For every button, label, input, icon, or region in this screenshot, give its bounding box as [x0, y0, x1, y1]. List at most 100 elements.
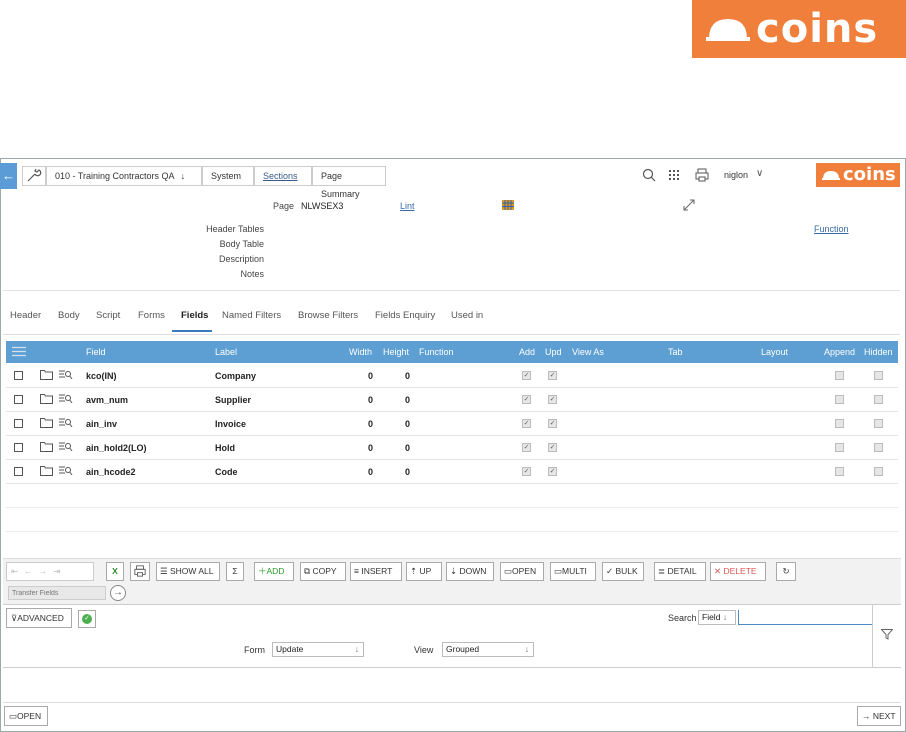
col-function[interactable]: Function	[419, 347, 454, 357]
col-label[interactable]: Label	[215, 347, 237, 357]
folder-icon[interactable]	[40, 441, 53, 452]
row-checkbox[interactable]	[14, 395, 23, 404]
add-checkbox[interactable]: ✓	[522, 395, 531, 404]
field-detail-icon[interactable]	[59, 393, 73, 404]
field-detail-icon[interactable]	[59, 465, 73, 476]
tab-script[interactable]: Script	[96, 310, 120, 321]
user-chevron-icon[interactable]: ∨	[756, 168, 763, 179]
row-checkbox[interactable]	[14, 371, 23, 380]
col-layout[interactable]: Layout	[761, 347, 788, 357]
table-row[interactable]: ain_hcode2 Code 0 0 ✓ ✓	[6, 460, 898, 484]
nav-arrows[interactable]: ⇤←→⇥	[6, 562, 94, 581]
expand-icon[interactable]	[682, 198, 696, 212]
lint-link[interactable]: Lint	[400, 201, 415, 211]
hidden-checkbox[interactable]	[874, 395, 883, 404]
breadcrumb-system[interactable]: System	[202, 166, 254, 186]
view-select[interactable]: Grouped ↓	[442, 642, 534, 657]
menu-icon[interactable]	[12, 346, 26, 357]
append-checkbox[interactable]	[835, 419, 844, 428]
apps-grid-icon[interactable]	[668, 169, 680, 181]
table-grid-icon[interactable]	[502, 200, 514, 210]
search-field-select[interactable]: Field ↓	[698, 610, 736, 625]
copy-button[interactable]: ⧉ COPY	[300, 562, 346, 581]
advanced-button[interactable]: ⊽ADVANCED	[6, 608, 72, 628]
open-grid-button[interactable]: ▭OPEN	[500, 562, 544, 581]
multi-button[interactable]: ▭MULTI	[550, 562, 596, 581]
transfer-go-icon[interactable]: →	[110, 585, 126, 601]
folder-icon[interactable]	[40, 417, 53, 428]
hidden-checkbox[interactable]	[874, 371, 883, 380]
print-grid-icon[interactable]	[130, 562, 150, 581]
user-name[interactable]: niglon	[724, 170, 748, 180]
append-checkbox[interactable]	[835, 467, 844, 476]
append-checkbox[interactable]	[835, 443, 844, 452]
table-row[interactable]: ain_inv Invoice 0 0 ✓ ✓	[6, 412, 898, 436]
row-checkbox[interactable]	[14, 443, 23, 452]
tab-fields[interactable]: Fields	[181, 310, 208, 321]
excel-export-icon[interactable]: X	[106, 562, 124, 581]
upd-checkbox[interactable]: ✓	[548, 443, 557, 452]
append-checkbox[interactable]	[835, 371, 844, 380]
add-button[interactable]: ＋ADD	[254, 562, 294, 581]
transfer-fields-input[interactable]	[8, 586, 106, 600]
up-button[interactable]: ⇡ UP	[406, 562, 442, 581]
field-detail-icon[interactable]	[59, 369, 73, 380]
add-checkbox[interactable]: ✓	[522, 467, 531, 476]
upd-checkbox[interactable]: ✓	[548, 395, 557, 404]
col-width[interactable]: Width	[349, 347, 372, 357]
hidden-checkbox[interactable]	[874, 467, 883, 476]
hidden-checkbox[interactable]	[874, 443, 883, 452]
tab-browse-filters[interactable]: Browse Filters	[298, 310, 358, 321]
col-add[interactable]: Add	[519, 347, 535, 357]
col-view-as[interactable]: View As	[572, 347, 604, 357]
upd-checkbox[interactable]: ✓	[548, 467, 557, 476]
append-checkbox[interactable]	[835, 395, 844, 404]
folder-icon[interactable]	[40, 393, 53, 404]
down-button[interactable]: ⇣ DOWN	[446, 562, 494, 581]
add-checkbox[interactable]: ✓	[522, 371, 531, 380]
search-input[interactable]	[738, 610, 872, 625]
filter-toggle[interactable]	[872, 604, 901, 668]
col-height[interactable]: Height	[383, 347, 409, 357]
add-checkbox[interactable]: ✓	[522, 419, 531, 428]
add-checkbox[interactable]: ✓	[522, 443, 531, 452]
table-row[interactable]: avm_num Supplier 0 0 ✓ ✓	[6, 388, 898, 412]
hidden-checkbox[interactable]	[874, 419, 883, 428]
tab-named-filters[interactable]: Named Filters	[222, 310, 281, 321]
field-detail-icon[interactable]	[59, 441, 73, 452]
print-icon[interactable]	[695, 168, 709, 182]
folder-icon[interactable]	[40, 465, 53, 476]
upd-checkbox[interactable]: ✓	[548, 419, 557, 428]
col-append[interactable]: Append	[824, 347, 855, 357]
table-row[interactable]: ain_hold2(LO) Hold 0 0 ✓ ✓	[6, 436, 898, 460]
show-all-button[interactable]: ☰ SHOW ALL	[156, 562, 220, 581]
table-row[interactable]: kco(IN) Company 0 0 ✓ ✓	[6, 364, 898, 388]
refresh-icon[interactable]: ↻	[776, 562, 796, 581]
upd-checkbox[interactable]: ✓	[548, 371, 557, 380]
col-tab[interactable]: Tab	[668, 347, 683, 357]
search-icon[interactable]	[642, 168, 656, 182]
breadcrumb-page-summary[interactable]: Page Summary	[312, 166, 386, 199]
form-select[interactable]: Update ↓	[272, 642, 364, 657]
tab-fields-enquiry[interactable]: Fields Enquiry	[375, 310, 435, 321]
tab-forms[interactable]: Forms	[138, 310, 165, 321]
apply-filter-button[interactable]: ✓	[78, 610, 96, 628]
breadcrumb-sections[interactable]: Sections	[254, 166, 312, 186]
sum-button[interactable]: Σ	[226, 562, 244, 581]
row-checkbox[interactable]	[14, 467, 23, 476]
detail-button[interactable]: ≣ DETAIL	[654, 562, 706, 581]
wrench-icon[interactable]	[22, 166, 46, 186]
back-arrow-icon[interactable]: ←	[0, 163, 17, 189]
col-field[interactable]: Field	[86, 347, 106, 357]
tab-used-in[interactable]: Used in	[451, 310, 483, 321]
next-button[interactable]: → NEXT	[857, 706, 901, 726]
tab-header[interactable]: Header	[10, 310, 41, 321]
col-upd[interactable]: Upd	[545, 347, 562, 357]
row-checkbox[interactable]	[14, 419, 23, 428]
delete-button[interactable]: ✕ DELETE	[710, 562, 766, 581]
company-selector[interactable]: 010 - Training Contractors QA ↓	[46, 166, 202, 186]
bulk-button[interactable]: ✓ BULK	[602, 562, 644, 581]
field-detail-icon[interactable]	[59, 417, 73, 428]
open-button[interactable]: ▭OPEN	[4, 706, 48, 726]
function-link[interactable]: Function	[814, 224, 849, 234]
